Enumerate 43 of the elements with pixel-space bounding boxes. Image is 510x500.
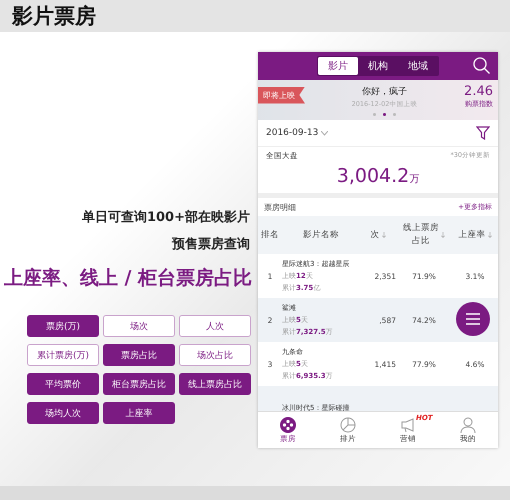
date-picker[interactable]: 2016-09-13 bbox=[266, 128, 328, 138]
megaphone-icon bbox=[400, 416, 416, 432]
metric-button[interactable]: 场次 bbox=[103, 315, 175, 337]
column-header[interactable]: 线上票房占比 bbox=[403, 222, 439, 248]
column-header[interactable]: 次 bbox=[370, 229, 380, 241]
feature-text: 单日可查询100+部在映影片 bbox=[82, 208, 251, 226]
sort-arrow-icon[interactable] bbox=[441, 232, 445, 238]
column-header[interactable]: 上座率 bbox=[458, 229, 486, 241]
section-title: 票房明细 bbox=[264, 202, 296, 212]
metric-button[interactable]: 平均票价 bbox=[27, 373, 99, 395]
metric-button[interactable]: 人次 bbox=[179, 315, 251, 337]
movie-title: 你好，疯子 bbox=[362, 86, 408, 98]
feature-text: 预售票房查询 bbox=[172, 236, 251, 253]
tab[interactable]: 地域 bbox=[398, 57, 438, 75]
metric-button[interactable]: 累计票房(万) bbox=[27, 344, 99, 366]
column-header[interactable]: 影片名称 bbox=[303, 229, 339, 241]
metric-button[interactable]: 票房(万) bbox=[27, 315, 99, 337]
metric-button[interactable]: 上座率 bbox=[103, 402, 175, 424]
menu-icon bbox=[465, 313, 481, 325]
caret-icon bbox=[321, 130, 328, 136]
total-box-office: 3,004.2万 bbox=[336, 165, 420, 187]
feature-headline: 上座率、线上 / 柜台票房占比 bbox=[4, 266, 253, 291]
page-dot[interactable] bbox=[393, 112, 396, 116]
person-icon bbox=[460, 416, 476, 432]
tab[interactable]: 影片 bbox=[318, 57, 358, 75]
metric-button[interactable]: 线上票房占比 bbox=[179, 373, 251, 395]
metric-button[interactable]: 柜台票房占比 bbox=[103, 373, 175, 395]
sort-arrow-icon[interactable] bbox=[382, 232, 386, 238]
page-dot[interactable] bbox=[383, 112, 386, 116]
upcoming-tag: 即将上映 bbox=[258, 86, 305, 104]
metric-button[interactable]: 票房占比 bbox=[103, 344, 175, 366]
page-dot[interactable] bbox=[373, 112, 376, 116]
column-header[interactable]: 排名 bbox=[261, 229, 279, 241]
film-reel-icon bbox=[280, 416, 296, 432]
metric-button[interactable]: 场均人次 bbox=[27, 402, 99, 424]
sort-arrow-icon[interactable] bbox=[488, 232, 492, 238]
pie-chart-icon bbox=[340, 416, 356, 432]
filter-icon[interactable] bbox=[476, 126, 490, 140]
score-value: 2.46 bbox=[464, 84, 493, 98]
page-title: 影片票房 bbox=[12, 3, 96, 30]
metric-button[interactable]: 场次占比 bbox=[179, 344, 251, 366]
tab[interactable]: 机构 bbox=[358, 57, 398, 75]
search-icon[interactable] bbox=[473, 57, 490, 74]
